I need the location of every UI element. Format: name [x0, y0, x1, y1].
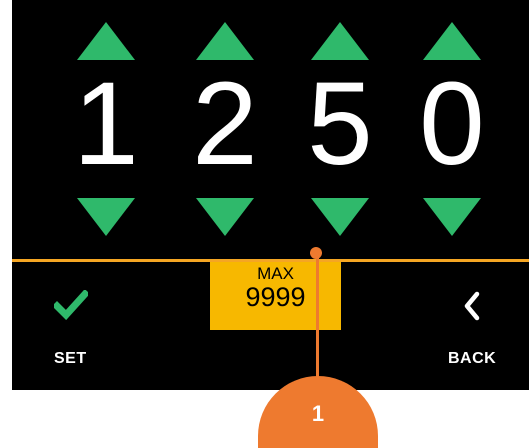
decrement-digit-2-icon[interactable] — [196, 198, 254, 236]
max-value: 9999 — [245, 282, 306, 312]
set-button[interactable]: SET — [42, 289, 112, 372]
back-button-label: BACK — [448, 350, 497, 367]
increment-digit-4-icon[interactable] — [423, 22, 481, 60]
decrement-digit-1-icon[interactable] — [77, 198, 135, 236]
increment-digit-2-icon[interactable] — [196, 22, 254, 60]
digit-1-value: 1 — [73, 58, 139, 190]
digit-column-3: 5 — [292, 0, 388, 250]
digit-2-value: 2 — [192, 58, 258, 190]
digit-column-1: 1 — [58, 0, 154, 250]
checkmark-icon — [52, 289, 90, 325]
back-button[interactable]: BACK — [432, 290, 512, 372]
callout-leader-line — [316, 252, 319, 384]
callout-anchor-dot — [310, 247, 322, 259]
decrement-digit-3-icon[interactable] — [311, 198, 369, 236]
max-indicator: MAX 9999 — [210, 262, 341, 330]
device-screen: 1 2 5 0 MAX 9999 SET BACK — [12, 0, 529, 390]
digit-column-2: 2 — [177, 0, 273, 250]
increment-digit-3-icon[interactable] — [311, 22, 369, 60]
chevron-left-icon — [462, 290, 482, 327]
digit-4-value: 0 — [419, 58, 485, 190]
digit-3-value: 5 — [307, 58, 373, 190]
max-label: MAX — [257, 264, 294, 283]
set-button-label: SET — [54, 350, 87, 367]
increment-digit-1-icon[interactable] — [77, 22, 135, 60]
digit-column-4: 0 — [404, 0, 500, 250]
decrement-digit-4-icon[interactable] — [423, 198, 481, 236]
